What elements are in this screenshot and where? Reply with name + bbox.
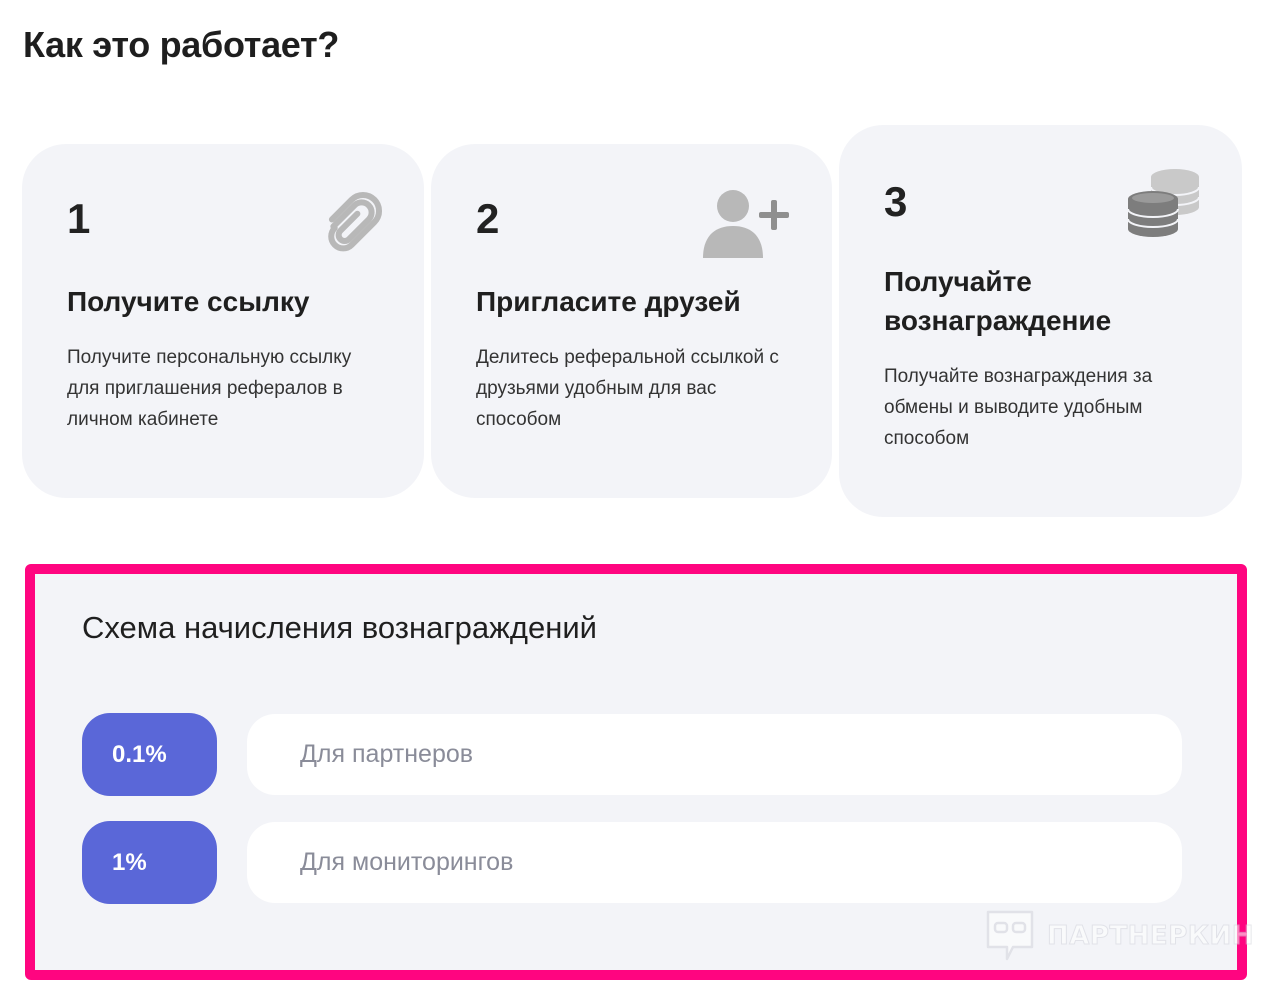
coins-icon [1127, 169, 1200, 237]
paperclip-icon [328, 191, 383, 252]
step-card-1: 1 Получите ссылку Получите персональную … [22, 144, 424, 498]
rate-badge: 1% [82, 821, 217, 904]
rate-row: 0.1% Для партнеров [82, 713, 1182, 797]
step-description: Получайте вознаграждения за обмены и выв… [884, 366, 1153, 449]
rate-label: Для мониторингов [247, 822, 1182, 903]
step-number: 1 [67, 195, 91, 242]
step-description: Делитесь реферальной ссылкой с друзьями … [476, 347, 779, 430]
reward-scheme-panel: Схема начисления вознаграждений 0.1% Для… [25, 564, 1254, 980]
step-title: Получите ссылку [67, 286, 310, 317]
rate-row: 1% Для мониторингов [82, 821, 1182, 905]
step-number: 3 [884, 178, 908, 225]
page-title: Как это работает? [23, 24, 340, 65]
reward-scheme-title: Схема начисления вознаграждений [82, 610, 597, 645]
step-title: Пригласите друзей [476, 286, 741, 317]
step-description: Получите персональную ссылку для приглаш… [67, 347, 352, 430]
rate-label: Для партнеров [247, 714, 1182, 795]
rate-badge: 0.1% [82, 713, 217, 796]
watermark-text: ПАРТНЕРКИН [1046, 921, 1255, 952]
watermark: ПАРТНЕРКИН [985, 908, 1254, 964]
step-number: 2 [476, 195, 500, 242]
chat-bubble-logo-icon [986, 910, 1034, 961]
step-card-3: 3 Получайте вознаграждение Получайте воз… [839, 125, 1242, 517]
step-card-2: 2 Пригласите друзей Делитесь реферальной… [431, 144, 832, 498]
step-title: Получайте вознаграждение [884, 266, 1112, 337]
add-user-icon [703, 190, 789, 258]
